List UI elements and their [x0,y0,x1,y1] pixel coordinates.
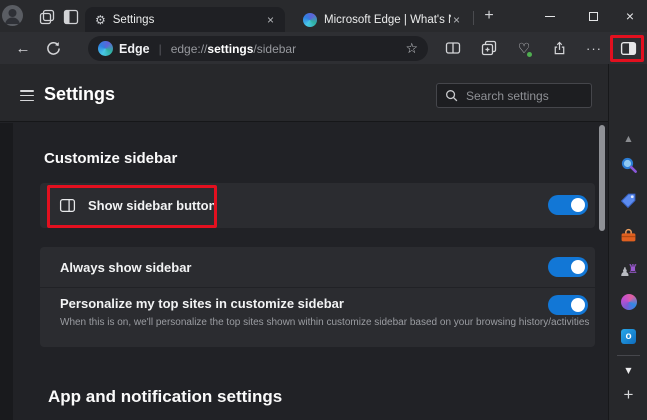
setting-label: Always show sidebar [60,260,192,275]
browser-window: ⚙ Settings × Microsoft Edge | What's New… [0,0,647,420]
url-scheme: edge:// [171,42,208,56]
search-colored-icon [620,156,638,174]
tab-title: Settings [113,14,265,26]
search-icon [445,89,458,102]
setting-row-always-show-sidebar: Always show sidebar [40,247,595,287]
always-show-sidebar-toggle[interactable] [548,257,588,277]
settings-and-more-button[interactable]: ··· [582,36,606,60]
settings-tab-favicon-gear-icon: ⚙ [95,14,106,26]
tab-close-icon[interactable]: × [265,13,276,27]
titlebar: ⚙ Settings × Microsoft Edge | What's New… [0,0,647,32]
sidebar-expand-down-button[interactable]: ▼ [609,364,647,378]
tab-title: Microsoft Edge | What's New [324,14,451,26]
tab-divider [473,11,474,25]
new-tab-button[interactable]: + [478,4,500,28]
shopping-tag-icon [620,192,637,209]
share-button[interactable] [547,36,571,60]
sidebar-collapse-up-button[interactable]: ▲ [609,131,647,147]
browser-essentials-button[interactable]: ♡ [512,36,536,60]
outlook-icon: o [621,329,636,344]
split-screen-button[interactable] [441,36,465,60]
edge-site-logo-icon [98,41,113,56]
annotation-box-show-sidebar-row [47,185,217,228]
settings-content: Customize sidebar Show sidebar button Al… [0,123,608,420]
tab-whats-new[interactable]: Microsoft Edge | What's New × [293,7,471,32]
page-title: Settings [44,84,115,105]
workspaces-icon[interactable] [38,8,55,25]
edge-sidebar-rail: ▲ ♟♜ o ▼ + ✂ ⚙ [608,64,647,420]
favorite-star-icon[interactable]: ☆ [405,41,418,57]
setting-label: Personalize my top sites in customize si… [60,296,344,311]
minimize-icon [545,16,555,17]
ellipsis-icon: ··· [586,41,602,56]
chess-pieces-icon: ♟♜ [620,262,638,279]
window-minimize-button[interactable] [535,2,565,30]
address-bar[interactable]: Edge | edge://settings/sidebar ☆ [88,36,428,61]
vertical-tabs-icon[interactable] [62,8,79,25]
setting-description: When this is on, we'll personalize the t… [60,317,589,328]
section-heading-customize-sidebar: Customize sidebar [44,150,177,167]
sidebar-item-search[interactable] [609,155,647,175]
settings-search-input[interactable] [466,89,583,103]
heart-pulse-icon: ♡ [518,40,531,57]
refresh-button[interactable] [42,38,64,58]
tab-close-icon[interactable]: × [451,13,462,27]
personalize-top-sites-toggle[interactable] [548,295,588,315]
chevron-down-icon: ▼ [625,367,631,375]
annotation-box-sidebar-toggle [610,35,644,62]
chevron-up-icon: ▲ [625,135,631,143]
back-button[interactable]: ← [12,38,34,58]
url-text: edge://settings/sidebar [171,42,296,56]
sidebar-item-microsoft-365[interactable] [609,294,647,310]
maximize-icon [589,12,598,21]
plus-icon: + [624,385,634,405]
sidebar-item-games[interactable]: ♟♜ [609,261,647,279]
status-dot [527,52,532,57]
url-path: /sidebar [253,42,296,56]
site-label: Edge [119,42,150,56]
toggle-knob [571,298,585,312]
sidebar-item-tools[interactable] [609,226,647,244]
collections-button[interactable] [477,36,501,60]
settings-search-box[interactable] [436,83,592,108]
profile-avatar[interactable] [2,5,23,26]
sidebar-divider [617,355,640,356]
left-gutter [0,123,13,420]
toggle-knob [571,260,585,274]
url-divider: | [159,42,162,56]
sidebar-item-outlook[interactable]: o [609,328,647,344]
toggle-knob [571,198,585,212]
page-scrollbar-thumb[interactable] [599,125,605,231]
window-close-button[interactable]: × [615,2,645,30]
toolbox-icon [620,227,637,244]
settings-menu-button[interactable] [20,90,34,101]
edge-logo-icon [303,13,317,27]
url-highlight: settings [207,42,253,56]
window-maximize-button[interactable] [578,2,608,30]
microsoft-365-icon [621,294,637,310]
section-heading-app-notification: App and notification settings [48,387,282,407]
tab-settings[interactable]: ⚙ Settings × [85,7,285,32]
sidebar-customize-add-button[interactable]: + [609,385,647,405]
show-sidebar-button-toggle[interactable] [548,195,588,215]
sidebar-item-shopping[interactable] [609,191,647,209]
setting-row-personalize-top-sites: Personalize my top sites in customize si… [40,288,595,347]
